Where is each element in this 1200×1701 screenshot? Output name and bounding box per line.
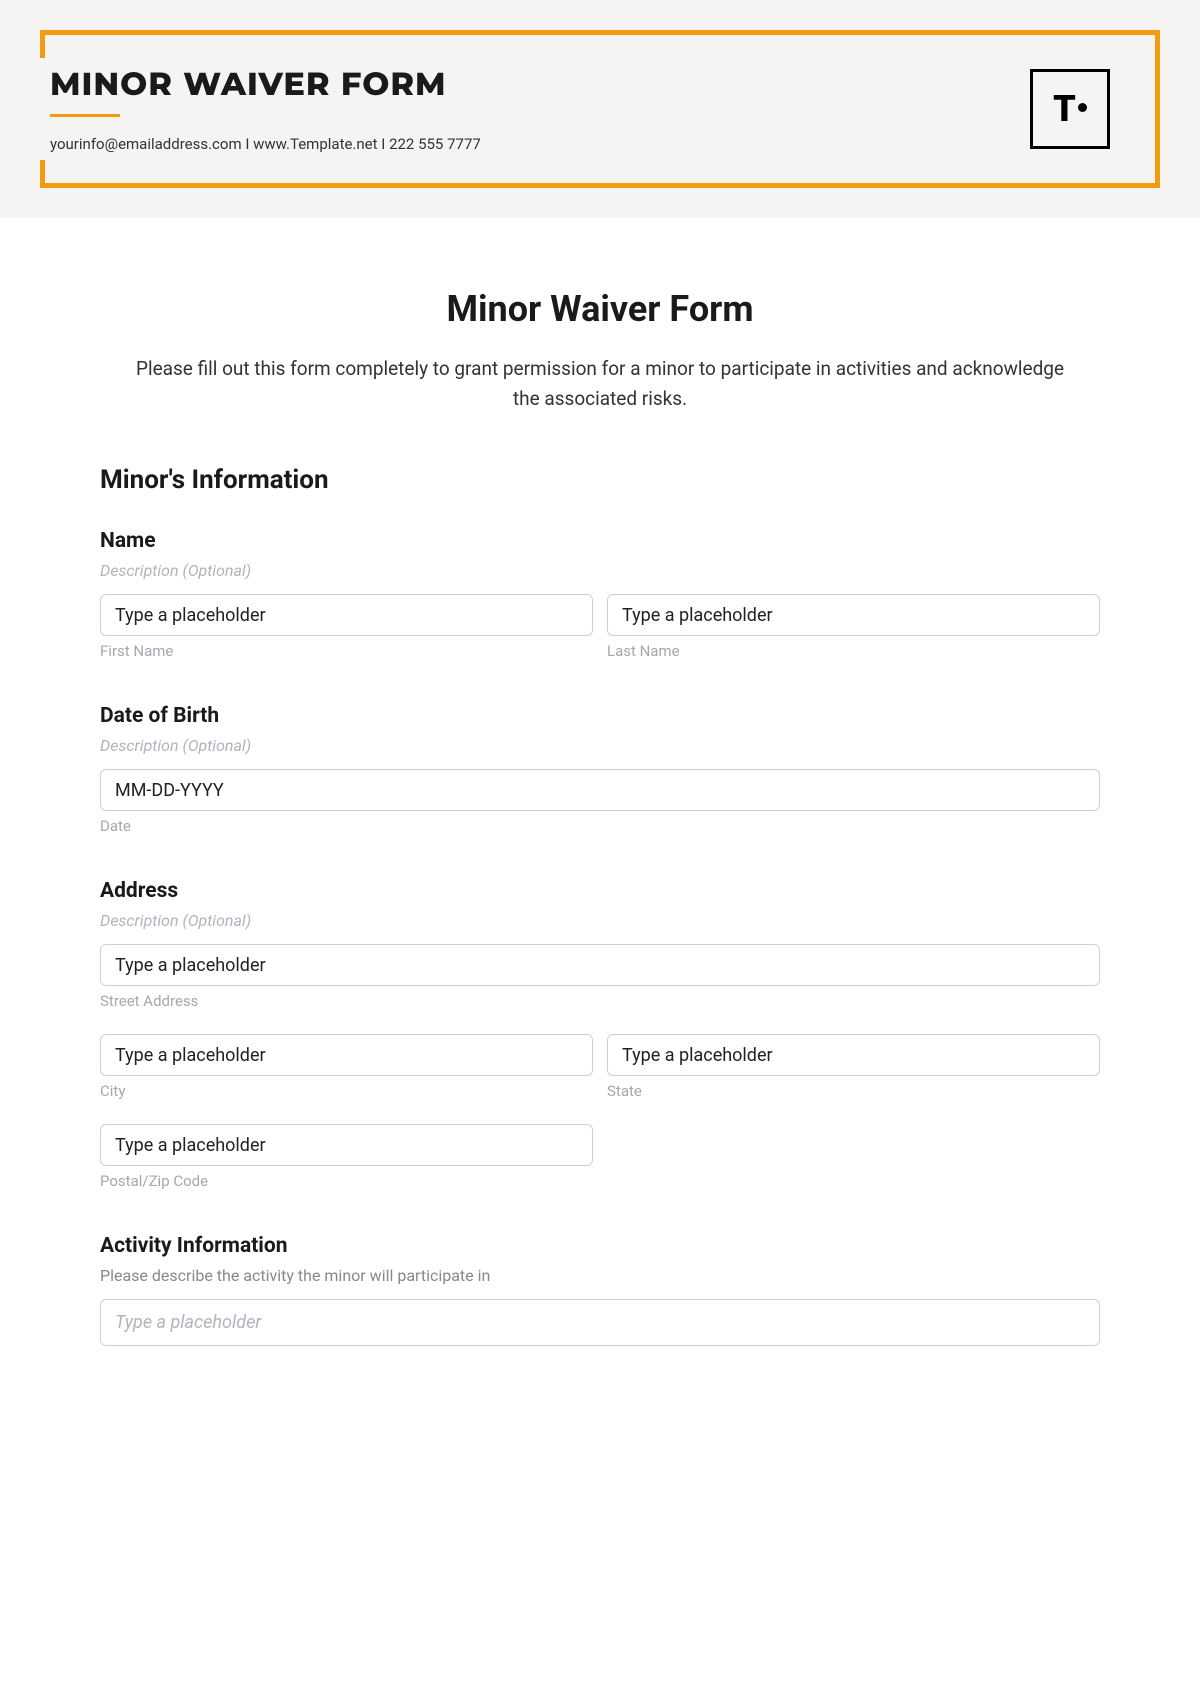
header-title: MINOR WAIVER FORM <box>50 65 1030 104</box>
postal-code-input[interactable]: Type a placeholder <box>100 1124 593 1166</box>
separator: I <box>378 135 390 153</box>
state-input[interactable]: Type a placeholder <box>607 1034 1100 1076</box>
main-content: Minor Waiver Form Please fill out this f… <box>0 218 1200 1430</box>
separator: I <box>242 135 254 153</box>
first-name-input[interactable]: Type a placeholder <box>100 594 593 636</box>
last-name-input[interactable]: Type a placeholder <box>607 594 1100 636</box>
street-address-input[interactable]: Type a placeholder <box>100 944 1100 986</box>
logo: T <box>1030 69 1110 149</box>
name-label: Name <box>100 529 1100 553</box>
name-description: Description (Optional) <box>100 561 1100 580</box>
last-name-sublabel: Last Name <box>607 642 1100 660</box>
field-group-name: Name Description (Optional) Type a place… <box>100 529 1100 660</box>
dob-input[interactable]: MM-DD-YYYY <box>100 769 1100 811</box>
header-underline <box>50 114 120 117</box>
field-group-address: Address Description (Optional) Type a pl… <box>100 879 1100 1190</box>
header-contact-info: yourinfo@emailaddress.com I www.Template… <box>50 135 1030 153</box>
street-address-sublabel: Street Address <box>100 992 1100 1010</box>
header-content: MINOR WAIVER FORM yourinfo@emailaddress.… <box>50 45 1150 173</box>
state-sublabel: State <box>607 1082 1100 1100</box>
first-name-sublabel: First Name <box>100 642 593 660</box>
form-description: Please fill out this form completely to … <box>100 354 1100 415</box>
activity-description: Please describe the activity the minor w… <box>100 1266 1100 1285</box>
header-section: MINOR WAIVER FORM yourinfo@emailaddress.… <box>0 0 1200 218</box>
logo-dot-icon <box>1078 103 1087 112</box>
logo-letter: T <box>1053 88 1076 130</box>
dob-sublabel: Date <box>100 817 1100 835</box>
field-group-activity: Activity Information Please describe the… <box>100 1234 1100 1346</box>
frame-accent-bottom-left <box>40 160 45 188</box>
section-heading-minors-info: Minor's Information <box>100 465 1100 495</box>
header-text-block: MINOR WAIVER FORM yourinfo@emailaddress.… <box>50 65 1030 153</box>
city-input[interactable]: Type a placeholder <box>100 1034 593 1076</box>
activity-heading: Activity Information <box>100 1234 1100 1258</box>
form-title: Minor Waiver Form <box>100 288 1100 330</box>
frame-accent-top-left <box>40 30 45 58</box>
header-frame: MINOR WAIVER FORM yourinfo@emailaddress.… <box>40 30 1160 188</box>
address-label: Address <box>100 879 1100 903</box>
frame-accent-right <box>1155 30 1160 188</box>
address-description: Description (Optional) <box>100 911 1100 930</box>
header-website: www.Template.net <box>253 135 377 153</box>
field-group-dob: Date of Birth Description (Optional) MM-… <box>100 704 1100 835</box>
activity-textarea[interactable]: Type a placeholder <box>100 1299 1100 1346</box>
postal-code-sublabel: Postal/Zip Code <box>100 1172 593 1190</box>
city-sublabel: City <box>100 1082 593 1100</box>
header-email: yourinfo@emailaddress.com <box>50 135 242 153</box>
header-phone: 222 555 7777 <box>389 135 481 153</box>
dob-description: Description (Optional) <box>100 736 1100 755</box>
dob-label: Date of Birth <box>100 704 1100 728</box>
